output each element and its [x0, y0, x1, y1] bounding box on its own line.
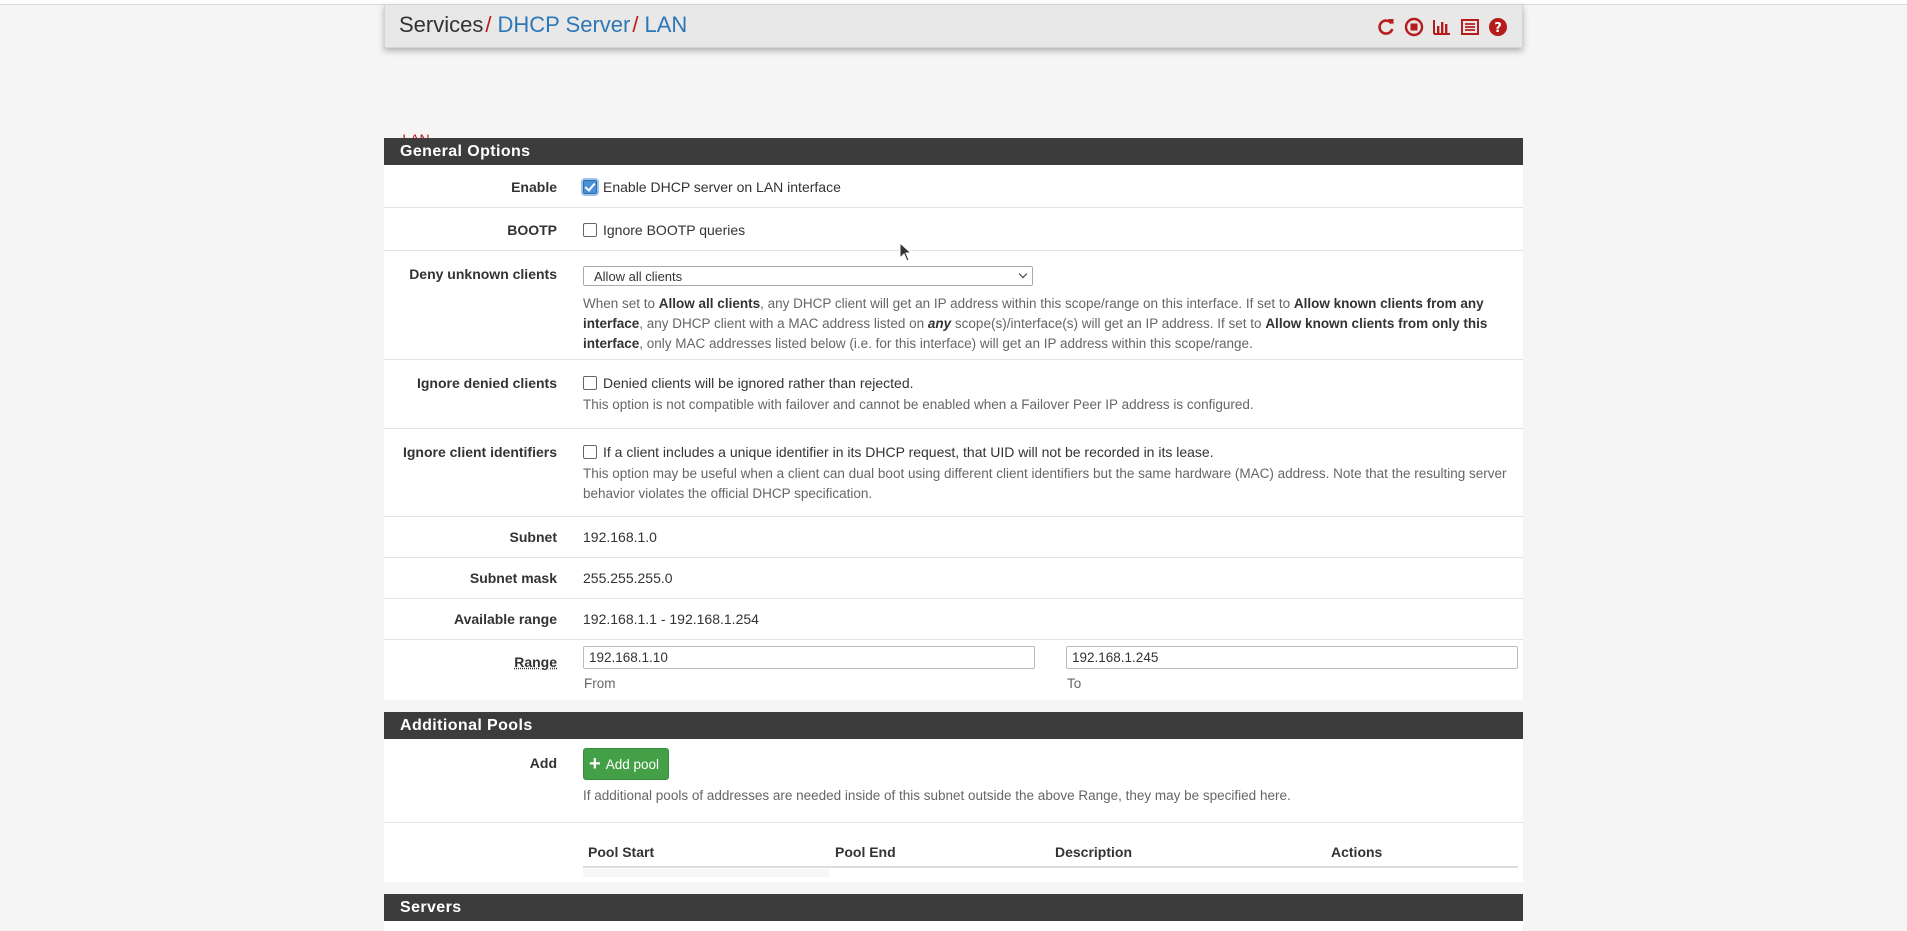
add-pool-field: + Add pool If additional pools of address… [583, 748, 1517, 806]
ignore-ids-label: Ignore client identifiers [402, 444, 557, 460]
available-range-row: Available range 192.168.1.1 - 192.168.1.… [384, 599, 1523, 640]
add-pool-row: Add + Add pool If additional pools of add… [384, 739, 1523, 823]
ignore-denied-checkbox-label[interactable]: Denied clients will be ignored rather th… [603, 375, 914, 391]
breadcrumb-services: Services [399, 12, 484, 37]
bootp-field: Ignore BOOTP queries [583, 222, 1517, 238]
subnet-mask-label: Subnet mask [469, 570, 557, 586]
additional-pools-panel: Additional Pools Add + Add pool If additi… [384, 712, 1523, 882]
range-from-label: From [584, 676, 616, 691]
ignore-ids-help: This option may be useful when a client … [583, 466, 1507, 501]
deny-unknown-field: Allow all clients When set to Allow all … [583, 266, 1517, 354]
column-header: Actions [1331, 844, 1383, 860]
available-range-label: Available range [454, 611, 557, 627]
column-header: Pool Start [588, 844, 655, 860]
subnet-row: Subnet 192.168.1.0 [384, 517, 1523, 558]
panel-title: Additional Pools [384, 712, 1523, 739]
panel-title: General Options [384, 138, 1523, 165]
ignore-denied-help: This option is not compatible with failo… [583, 397, 1254, 412]
add-pool-button-label: Add pool [605, 756, 659, 772]
servers-panel: Servers [384, 894, 1523, 931]
breadcrumb-separator: / [632, 12, 639, 37]
reload-icon[interactable] [1376, 17, 1396, 37]
available-range-value: 192.168.1.1 - 192.168.1.254 [583, 611, 759, 627]
ignore-ids-field: If a client includes a unique identifier… [583, 444, 1517, 504]
enable-checkbox-label[interactable]: Enable DHCP server on LAN interface [603, 179, 841, 195]
svg-text:?: ? [1494, 21, 1502, 36]
enable-label: Enable [511, 179, 557, 195]
deny-unknown-select[interactable]: Allow all clients [583, 266, 1033, 286]
ignore-denied-checkbox[interactable] [583, 376, 597, 390]
deny-unknown-selected: Allow all clients [594, 269, 683, 284]
list-icon[interactable] [1460, 17, 1480, 37]
bootp-checkbox-label[interactable]: Ignore BOOTP queries [603, 222, 745, 238]
add-label: Add [529, 755, 557, 771]
subnet-mask-value: 255.255.255.0 [583, 570, 673, 586]
bootp-checkbox[interactable] [583, 223, 597, 237]
general-options-panel: General Options Enable Enable DHCP serve… [384, 138, 1523, 700]
ignore-ids-checkbox-label[interactable]: If a client includes a unique identifier… [603, 444, 1214, 460]
bootp-label: BOOTP [507, 222, 557, 238]
help-icon[interactable]: ? [1488, 17, 1508, 37]
pools-table: Pool Start Pool End Description Actions [384, 823, 1523, 881]
deny-unknown-row: Deny unknown clients Allow all clients W… [384, 251, 1523, 360]
breadcrumb: Services/DHCP Server/LAN ? [384, 4, 1523, 48]
ignore-ids-row: Ignore client identifiers If a client in… [384, 429, 1523, 517]
deny-unknown-help: When set to Allow all clients, any DHCP … [583, 296, 1488, 351]
range-label: Range [514, 654, 557, 670]
chevron-down-icon [1018, 269, 1028, 279]
panel-title: Servers [384, 894, 1523, 921]
subnet-label: Subnet [509, 529, 557, 545]
ignore-denied-label: Ignore denied clients [416, 375, 557, 391]
mouse-cursor-icon [899, 241, 913, 266]
bootp-row: BOOTP Ignore BOOTP queries [384, 208, 1523, 251]
column-header: Description [1055, 844, 1133, 860]
deny-unknown-label: Deny unknown clients [409, 266, 557, 282]
enable-row: Enable Enable DHCP server on LAN interfa… [384, 165, 1523, 208]
range-to-input[interactable]: 192.168.1.245 [1066, 646, 1518, 669]
column-header: Pool End [835, 844, 896, 860]
subnet-value: 192.168.1.0 [583, 529, 657, 545]
ignore-ids-checkbox[interactable] [583, 445, 597, 459]
ignore-denied-field: Denied clients will be ignored rather th… [583, 375, 1517, 415]
main-container: Services/DHCP Server/LAN ? LAN [384, 4, 1523, 166]
chart-icon[interactable] [1432, 17, 1452, 37]
enable-field: Enable DHCP server on LAN interface [583, 179, 1517, 195]
breadcrumb-lan-link[interactable]: LAN [644, 12, 687, 37]
breadcrumb-trail: Services/DHCP Server/LAN [399, 12, 687, 38]
range-from-input[interactable]: 192.168.1.10 [583, 646, 1035, 669]
enable-checkbox[interactable] [583, 180, 597, 194]
breadcrumb-dhcp-server-link[interactable]: DHCP Server [497, 12, 630, 37]
plus-icon: + [589, 753, 601, 775]
table-row [583, 869, 829, 877]
breadcrumb-icons: ? [1376, 17, 1508, 37]
breadcrumb-separator: / [485, 12, 492, 37]
ignore-denied-row: Ignore denied clients Denied clients wil… [384, 360, 1523, 429]
add-pool-button[interactable]: + Add pool [583, 748, 669, 780]
range-row: Range 192.168.1.10 From 192.168.1.245 To [384, 640, 1523, 700]
table-header-divider [583, 866, 1518, 868]
subnet-mask-row: Subnet mask 255.255.255.0 [384, 558, 1523, 599]
add-pool-help: If additional pools of addresses are nee… [583, 788, 1291, 803]
range-to-label: To [1067, 676, 1082, 691]
stop-icon[interactable] [1404, 17, 1424, 37]
